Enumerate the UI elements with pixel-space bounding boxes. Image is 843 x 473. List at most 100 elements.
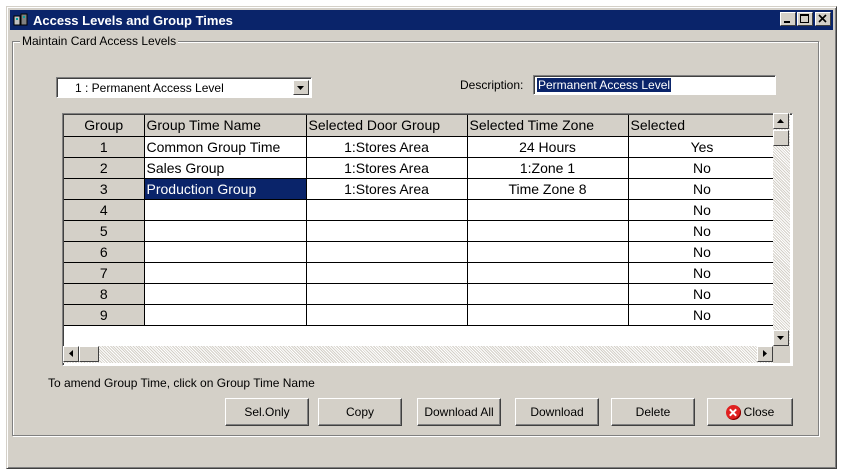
group-time-name-cell[interactable] (144, 304, 307, 326)
door-group-cell[interactable] (306, 262, 468, 284)
door-group-cell[interactable] (306, 220, 468, 242)
door-group-cell[interactable] (306, 304, 468, 326)
delete-button[interactable]: Delete (611, 398, 695, 426)
time-zone-cell[interactable]: Time Zone 8 (467, 178, 629, 200)
column-header-time-zone[interactable]: Selected Time Zone (467, 115, 629, 137)
chevron-down-icon (297, 86, 304, 90)
table-row[interactable]: 7 No (64, 262, 777, 284)
window-controls (779, 12, 831, 26)
group-time-name-cell[interactable] (144, 283, 307, 305)
time-zone-cell[interactable] (467, 304, 629, 326)
time-zone-cell[interactable] (467, 199, 629, 221)
table-row[interactable]: 2 Sales Group 1:Stores Area 1:Zone 1 No (64, 157, 777, 179)
close-x-icon (818, 14, 827, 23)
groupbox-legend: Maintain Card Access Levels (20, 34, 179, 48)
maximize-button[interactable] (797, 12, 813, 26)
table-row[interactable]: 8 No (64, 283, 777, 305)
group-time-name-cell[interactable]: Sales Group (144, 157, 307, 179)
row-number: 9 (64, 304, 145, 326)
selected-cell[interactable]: No (628, 241, 777, 263)
access-level-select[interactable]: 1 : Permanent Access Level (56, 77, 312, 98)
selected-cell[interactable]: No (628, 157, 777, 179)
app-icon (13, 13, 29, 27)
description-field[interactable]: Permanent Access Level (533, 75, 776, 95)
title-bar[interactable]: Access Levels and Group Times (10, 10, 833, 30)
selected-cell[interactable]: No (628, 220, 777, 242)
table-row[interactable]: 1 Common Group Time 1:Stores Area 24 Hou… (64, 136, 777, 158)
column-header-door-group[interactable]: Selected Door Group (306, 115, 468, 137)
scroll-down-button[interactable] (773, 330, 789, 346)
column-header-selected[interactable]: Selected (628, 115, 777, 137)
door-group-cell[interactable] (306, 241, 468, 263)
arrow-right-icon (763, 350, 767, 357)
description-label: Description: (460, 78, 524, 92)
selected-cell[interactable]: Yes (628, 136, 777, 158)
vertical-scroll-thumb[interactable] (773, 130, 789, 146)
group-time-name-cell[interactable] (144, 262, 307, 284)
window-title: Access Levels and Group Times (33, 12, 233, 28)
door-group-cell[interactable] (306, 283, 468, 305)
column-header-group-time-name[interactable]: Group Time Name (144, 115, 307, 137)
row-number: 3 (64, 178, 145, 200)
group-time-name-cell[interactable]: Common Group Time (144, 136, 307, 158)
door-group-cell[interactable]: 1:Stores Area (306, 157, 468, 179)
horizontal-scrollbar[interactable] (63, 346, 773, 363)
hint-text: To amend Group Time, click on Group Time… (48, 376, 315, 390)
time-zone-cell[interactable] (467, 220, 629, 242)
dropdown-button[interactable] (293, 80, 309, 95)
table-row[interactable]: 5 No (64, 220, 777, 242)
selected-cell[interactable]: No (628, 304, 777, 326)
download-all-button[interactable]: Download All (417, 398, 501, 426)
time-zone-cell[interactable]: 24 Hours (467, 136, 629, 158)
arrow-down-icon (777, 336, 784, 340)
arrow-left-icon (69, 350, 73, 357)
time-zone-cell[interactable] (467, 283, 629, 305)
row-number: 5 (64, 220, 145, 242)
scroll-right-button[interactable] (757, 346, 773, 362)
sel-only-button[interactable]: Sel.Only (225, 398, 309, 426)
scrollbar-corner (773, 346, 790, 363)
scroll-left-button[interactable] (63, 346, 79, 362)
door-group-cell[interactable]: 1:Stores Area (306, 178, 468, 200)
group-time-name-cell-selected[interactable]: Production Group (144, 178, 307, 200)
scroll-up-button[interactable] (773, 113, 789, 129)
minimize-button[interactable] (780, 12, 796, 26)
door-group-cell[interactable] (306, 199, 468, 221)
row-number: 6 (64, 241, 145, 263)
selected-cell[interactable]: No (628, 199, 777, 221)
row-number: 4 (64, 199, 145, 221)
time-zone-cell[interactable] (467, 262, 629, 284)
close-icon (725, 404, 741, 420)
group-time-name-cell[interactable] (144, 199, 307, 221)
column-header-group[interactable]: Group (64, 115, 145, 137)
arrow-up-icon (777, 119, 784, 123)
horizontal-scroll-thumb[interactable] (79, 346, 99, 362)
close-button[interactable]: Close (707, 398, 793, 426)
selected-cell[interactable]: No (628, 283, 777, 305)
description-value: Permanent Access Level (537, 78, 672, 92)
table-row[interactable]: 3 Production Group 1:Stores Area Time Zo… (64, 178, 777, 200)
access-level-value: 1 : Permanent Access Level (75, 81, 224, 95)
time-zone-cell[interactable] (467, 241, 629, 263)
table-row[interactable]: 9 No (64, 304, 777, 326)
group-time-name-cell[interactable] (144, 241, 307, 263)
row-number: 1 (64, 136, 145, 158)
row-number: 8 (64, 283, 145, 305)
door-group-cell[interactable]: 1:Stores Area (306, 136, 468, 158)
window-close-button[interactable] (815, 12, 831, 26)
time-zone-cell[interactable]: 1:Zone 1 (467, 157, 629, 179)
minimize-icon (784, 21, 790, 23)
group-times-table: Group Group Time Name Selected Door Grou… (64, 115, 777, 326)
selected-cell[interactable]: No (628, 262, 777, 284)
download-button[interactable]: Download (515, 398, 599, 426)
group-times-grid[interactable]: Group Group Time Name Selected Door Grou… (62, 113, 793, 366)
row-number: 7 (64, 262, 145, 284)
header-row: Group Group Time Name Selected Door Grou… (64, 115, 777, 137)
close-button-label: Close (743, 405, 775, 419)
table-row[interactable]: 4 No (64, 199, 777, 221)
selected-cell[interactable]: No (628, 178, 777, 200)
vertical-scrollbar[interactable] (773, 113, 790, 346)
table-row[interactable]: 6 No (64, 241, 777, 263)
group-time-name-cell[interactable] (144, 220, 307, 242)
copy-button[interactable]: Copy (318, 398, 402, 426)
